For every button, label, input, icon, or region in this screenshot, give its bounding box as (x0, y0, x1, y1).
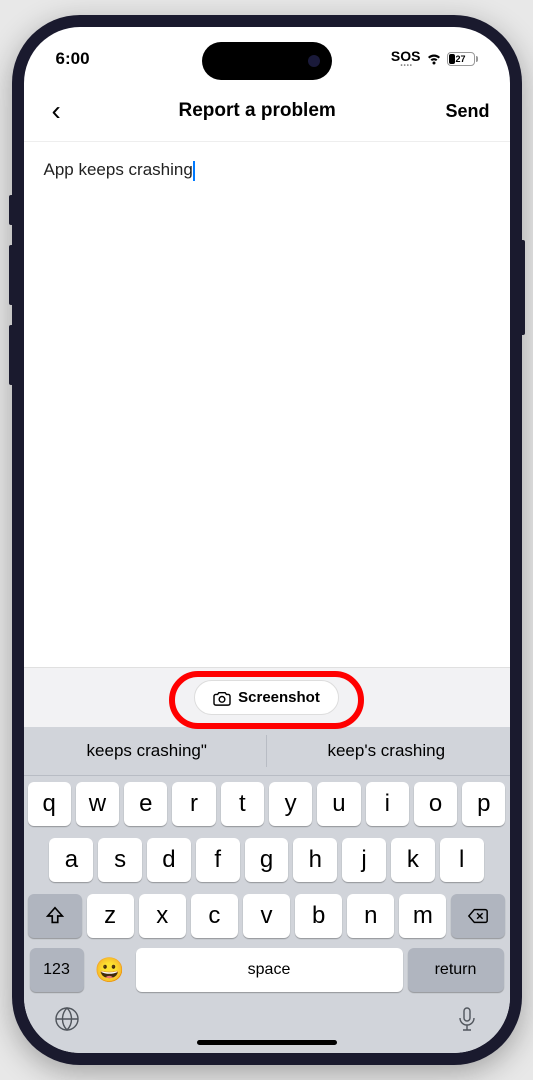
key-d[interactable]: d (147, 838, 191, 882)
sos-indicator: SOS •••• (391, 49, 421, 69)
key-n[interactable]: n (347, 894, 394, 938)
key-q[interactable]: q (28, 782, 71, 826)
key-g[interactable]: g (245, 838, 289, 882)
key-z[interactable]: z (87, 894, 134, 938)
key-a[interactable]: a (49, 838, 93, 882)
key-r[interactable]: r (172, 782, 215, 826)
key-row-4: 123 😀 space return (24, 944, 510, 996)
wifi-icon (425, 52, 443, 66)
key-w[interactable]: w (76, 782, 119, 826)
key-s[interactable]: s (98, 838, 142, 882)
battery-icon: 27 (447, 52, 478, 66)
key-row-3: z x c v b n m (24, 888, 510, 944)
page-title: Report a problem (179, 100, 336, 122)
numbers-key[interactable]: 123 (30, 948, 84, 992)
text-cursor (193, 161, 195, 181)
shift-key[interactable] (28, 894, 82, 938)
shift-icon (44, 905, 66, 927)
key-c[interactable]: c (191, 894, 238, 938)
mic-icon[interactable] (454, 1006, 480, 1032)
key-t[interactable]: t (221, 782, 264, 826)
return-key[interactable]: return (408, 948, 504, 992)
key-l[interactable]: l (440, 838, 484, 882)
space-key[interactable]: space (136, 948, 403, 992)
suggestion-item[interactable]: keeps crashing" (28, 735, 268, 767)
key-u[interactable]: u (317, 782, 360, 826)
key-y[interactable]: y (269, 782, 312, 826)
screen: 6:00 SOS •••• 27 ‹ Report a problem (24, 27, 510, 1053)
nav-bar: ‹ Report a problem Send (24, 81, 510, 142)
key-m[interactable]: m (399, 894, 446, 938)
key-b[interactable]: b (295, 894, 342, 938)
backspace-key[interactable] (451, 894, 505, 938)
emoji-key[interactable]: 😀 (89, 948, 131, 992)
report-text-area[interactable]: App keeps crashing (24, 142, 510, 667)
highlight-annotation (169, 671, 364, 729)
report-text: App keeps crashing (44, 160, 193, 179)
back-button[interactable]: ‹ (44, 95, 69, 127)
key-row-1: q w e r t y u i o p (24, 776, 510, 832)
suggestion-item[interactable]: keep's crashing (267, 735, 506, 767)
key-e[interactable]: e (124, 782, 167, 826)
key-row-2: a s d f g h j k l (24, 832, 510, 888)
backspace-icon (467, 905, 489, 927)
key-p[interactable]: p (462, 782, 505, 826)
key-x[interactable]: x (139, 894, 186, 938)
suggestion-bar: keeps crashing" keep's crashing (24, 727, 510, 776)
phone-frame: 6:00 SOS •••• 27 ‹ Report a problem (12, 15, 522, 1065)
home-indicator[interactable] (197, 1040, 337, 1045)
status-time: 6:00 (56, 49, 90, 69)
globe-icon[interactable] (54, 1006, 80, 1032)
key-j[interactable]: j (342, 838, 386, 882)
keyboard: keeps crashing" keep's crashing q w e r … (24, 727, 510, 1053)
key-o[interactable]: o (414, 782, 457, 826)
send-button[interactable]: Send (445, 101, 489, 122)
keyboard-footer (24, 996, 510, 1036)
key-h[interactable]: h (293, 838, 337, 882)
key-f[interactable]: f (196, 838, 240, 882)
key-k[interactable]: k (391, 838, 435, 882)
key-i[interactable]: i (366, 782, 409, 826)
key-v[interactable]: v (243, 894, 290, 938)
dynamic-island (202, 42, 332, 80)
keyboard-toolbar: Screenshot (24, 667, 510, 727)
